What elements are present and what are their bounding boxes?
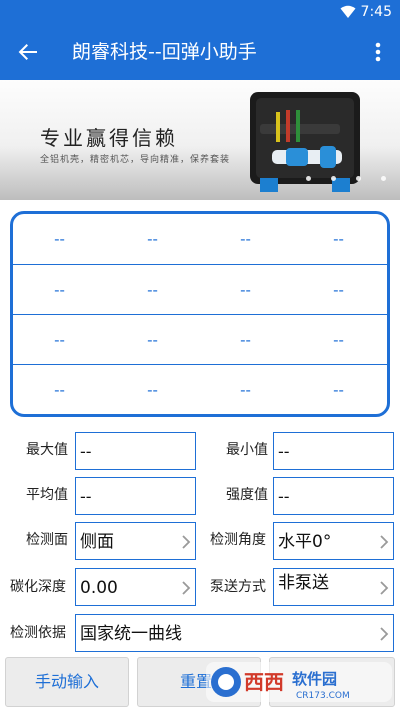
reading-cell[interactable]: -- [292,365,385,414]
readings-row: -- -- -- -- [13,314,387,364]
carbon-depth-label: 碳化深度 [10,579,66,595]
reading-cell[interactable]: -- [13,315,106,365]
banner-dot[interactable] [381,176,386,181]
strength-value-field: -- [273,477,394,515]
banner-page-indicator [306,176,386,182]
strength-label: 强度值 [226,487,268,503]
basis-label: 检测依据 [10,625,66,641]
max-label: 最大值 [26,442,68,458]
min-label: 最小值 [226,442,268,458]
status-bar: 7:45 [0,0,400,24]
chevron-right-icon [182,535,191,549]
avg-value: -- [80,487,92,506]
avg-value-field: -- [75,477,196,515]
basis-select[interactable]: 国家统一曲线 [75,614,394,652]
min-value: -- [278,442,290,461]
reading-cell[interactable]: -- [292,315,385,365]
readings-row: -- -- -- -- [13,214,387,264]
strength-value: -- [278,487,290,506]
surface-select[interactable]: 侧面 [75,522,196,560]
reading-cell[interactable]: -- [106,265,199,315]
banner-dot[interactable] [306,176,311,181]
chevron-right-icon [380,535,389,549]
pump-label: 泵送方式 [210,579,266,595]
chevron-right-icon [380,581,389,595]
surface-value: 侧面 [80,532,114,552]
pump-select[interactable]: 非泵送 [273,568,394,606]
chevron-right-icon [182,581,191,595]
banner-dot[interactable] [356,176,361,181]
max-value-field: -- [75,432,196,470]
readings-row: -- -- -- -- [13,264,387,314]
avg-label: 平均值 [26,487,68,503]
carbon-depth-select[interactable]: 0.00 [75,568,196,606]
angle-label: 检测角度 [210,532,266,548]
wifi-icon [340,5,356,18]
banner-subtitle: 全铝机壳，精密机芯，导向精准，保养套装 [40,155,231,165]
promo-banner[interactable]: 专业赢得信赖 全铝机壳，精密机芯，导向精准，保养套装 [0,80,400,200]
app-title: 朗睿科技--回弹小助手 [72,41,257,63]
site-watermark-logo: 西西 软件园 CR173.COM [206,662,392,702]
surface-label: 检测面 [26,532,68,548]
reading-cell[interactable]: -- [199,214,292,264]
reading-cell[interactable]: -- [199,365,292,414]
reading-cell[interactable]: -- [106,315,199,365]
readings-grid: -- -- -- -- -- -- -- -- -- -- -- -- -- -… [10,211,390,417]
app-bar: 朗睿科技--回弹小助手 [0,24,400,80]
reading-cell[interactable]: -- [292,214,385,264]
angle-value: 水平0° [278,532,332,552]
reading-cell[interactable]: -- [292,265,385,315]
reading-cell[interactable]: -- [13,214,106,264]
carbon-depth-value: 0.00 [80,578,118,598]
banner-slogan: 专业赢得信赖 [40,126,178,150]
reading-cell[interactable]: -- [106,365,199,414]
min-value-field: -- [273,432,394,470]
readings-row: -- -- -- -- [13,364,387,414]
svg-text:CR173.COM: CR173.COM [296,691,350,701]
basis-value: 国家统一曲线 [80,624,182,644]
svg-text:软件园: 软件园 [292,670,337,688]
reading-cell[interactable]: -- [106,214,199,264]
reading-cell[interactable]: -- [199,315,292,365]
angle-select[interactable]: 水平0° [273,522,394,560]
manual-input-button[interactable]: 手动输入 [5,657,129,707]
pump-value: 非泵送 [278,573,329,593]
svg-text:西西: 西西 [244,670,284,694]
more-vert-icon[interactable] [366,38,390,66]
status-time: 7:45 [360,4,392,20]
reading-cell[interactable]: -- [13,365,106,414]
banner-dot[interactable] [331,176,336,181]
max-value: -- [80,442,92,461]
chevron-right-icon [380,627,389,641]
reading-cell[interactable]: -- [199,265,292,315]
reading-cell[interactable]: -- [13,265,106,315]
arrow-back-icon[interactable] [14,38,42,66]
